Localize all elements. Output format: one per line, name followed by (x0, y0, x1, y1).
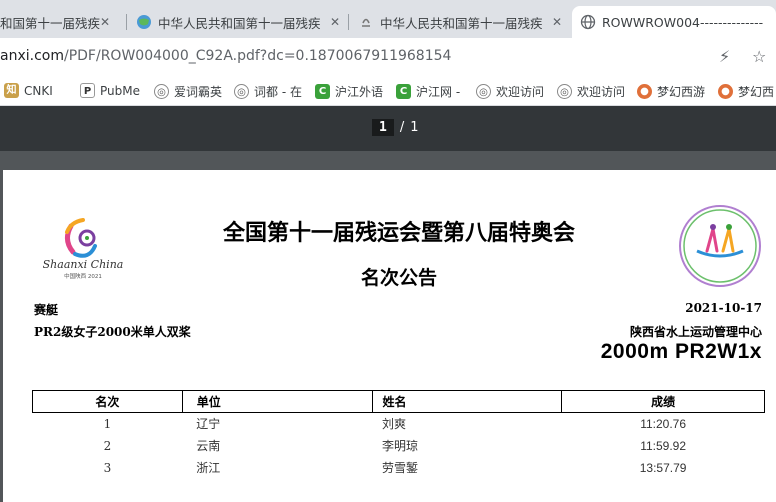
bookmark-label: 沪江外语 (335, 85, 384, 99)
pdf-page: Shaanxi China 中国陕西 2021 全国第十一届残运会暨第八届特奥会… (3, 170, 776, 502)
rank-cell: 3 (103, 460, 112, 475)
close-icon[interactable]: ✕ (550, 15, 564, 29)
bookmark-label: CNKI (24, 83, 53, 98)
header-rank: 名次 (32, 390, 183, 413)
rank-cell: 2 (103, 438, 112, 453)
table-header-row: 名次 单位 姓名 成绩 (32, 390, 765, 413)
hujiang-icon: C (315, 84, 330, 99)
url-path: /PDF/ROW004000_C92A.pdf?dc=0.18700679119… (63, 48, 452, 64)
tab-divider (348, 14, 349, 30)
name-cell: 劳雪錾 (382, 461, 419, 475)
globe-icon (580, 14, 596, 30)
bookmark-hujiang-foreign[interactable]: C 沪江外语 (315, 83, 385, 100)
event-name: PR2级女子2000米单人双桨 (34, 325, 191, 339)
game-icon: ● (637, 84, 652, 99)
close-icon[interactable]: ✕ (98, 15, 112, 29)
result-cell: 13:57.79 (639, 460, 687, 475)
hujiang-icon: C (396, 84, 411, 99)
tab-1[interactable]: 和国第十一届残疾 ✕ (0, 6, 118, 38)
bookmark-welcome-2[interactable]: ◎ 欢迎访问 (557, 83, 627, 100)
bookmark-label: 爱词霸英 (174, 85, 222, 99)
bookmark-label: 梦幻西 (738, 85, 775, 99)
bookmark-label: PubMe (100, 83, 140, 98)
tab-strip: 和国第十一届残疾 ✕ 中华人民共和国第十一届残疾 ✕ 中华人民共和国第十一届残疾… (0, 0, 776, 38)
unit-cell: 云南 (196, 439, 221, 453)
bookmark-menghuan-2[interactable]: ● 梦幻西 (718, 83, 776, 100)
tab-2[interactable]: 中华人民共和国第十一届残疾 ✕ (128, 6, 348, 38)
url-host: anxi.com (0, 48, 64, 64)
star-icon[interactable]: ☆ (752, 47, 766, 66)
close-icon[interactable]: ✕ (328, 15, 342, 29)
bookmarks-bar: 知 CNKI P PubMe ◎ 爱词霸英 ◎ 词都 - 在 C 沪江外语 C 沪江网 - … (0, 76, 776, 106)
rank-cell: 1 (103, 416, 112, 431)
event-code: 2000m PR2W1x (600, 340, 762, 363)
table-row: 3 浙江 劳雪錾 13:57.79 (33, 457, 765, 479)
bookmark-label: 沪江网 - (416, 85, 461, 99)
bookmark-welcome-1[interactable]: ◎ 欢迎访问 (476, 83, 546, 100)
current-page-input[interactable]: 1 (372, 119, 394, 136)
sport-label: 赛艇 (34, 303, 59, 317)
page-icon (362, 18, 370, 27)
pdf-toolbar: 1 / 1 (0, 106, 776, 151)
organizer: 陕西省水上运动管理中心 (629, 325, 762, 339)
bookmark-label: 词都 - 在 (254, 85, 302, 99)
header-unit: 单位 (181, 390, 373, 413)
globe-icon (137, 15, 151, 29)
tab-title: 和国第十一届残疾 (0, 15, 101, 31)
unit-cell: 辽宁 (196, 417, 221, 432)
url-field[interactable]: anxi.com/PDF/ROW004000_C92A.pdf?dc=0.187… (0, 48, 451, 64)
result-cell: 11:20.76 (640, 416, 687, 431)
bookmark-label: 梦幻西游 (657, 85, 706, 99)
page-subtitle: 名次公告 (360, 267, 437, 289)
page-separator: / (399, 120, 405, 135)
globe-icon: ◎ (476, 84, 491, 99)
bookmark-menghuan-1[interactable]: ● 梦幻西游 (637, 83, 713, 100)
game-icon: ● (718, 84, 733, 99)
header-result: 成绩 (561, 390, 765, 413)
total-pages: 1 (410, 120, 419, 135)
bookmark-label: 欢迎访问 (577, 85, 626, 99)
unit-cell: 浙江 (196, 461, 221, 475)
bookmark-label: 欢迎访问 (496, 85, 545, 99)
lightning-icon[interactable]: ⚡ (719, 47, 730, 66)
tab-divider (126, 14, 127, 30)
results-table: 名次 单位 姓名 成绩 1 辽宁 刘爽 11:20.76 2 云南 李明琼 11… (32, 390, 765, 479)
pubmed-icon: P (80, 83, 95, 98)
page-indicator: 1 / 1 (372, 119, 419, 136)
bookmark-hujiang[interactable]: C 沪江网 - (396, 83, 464, 100)
bookmark-pubmed[interactable]: P PubMe (80, 83, 142, 98)
name-cell: 刘爽 (382, 417, 407, 432)
tab-4-active[interactable]: ROWWROW004-------------- (572, 6, 776, 38)
emblem-logo (679, 205, 761, 287)
page-title: 全国第十一届残运会暨第八届特奥会 (222, 220, 575, 246)
globe-icon: ◎ (154, 84, 169, 99)
globe-icon: ◎ (234, 84, 249, 99)
globe-icon: ◎ (557, 84, 572, 99)
bookmark-cidu[interactable]: ◎ 词都 - 在 (234, 83, 304, 100)
tab-title: 中华人民共和国第十一届残疾 (380, 15, 543, 31)
name-cell: 李明琼 (382, 439, 419, 453)
table-row: 1 辽宁 刘爽 11:20.76 (33, 413, 765, 435)
tab-title: ROWWROW004-------------- (602, 14, 764, 30)
tab-3[interactable]: 中华人民共和国第十一届残疾 ✕ (350, 6, 570, 38)
header-name: 姓名 (371, 390, 563, 413)
bookmark-iciba[interactable]: ◎ 爱词霸英 (154, 83, 222, 100)
tab-title: 中华人民共和国第十一届残疾 (158, 15, 321, 31)
bookmark-cnki[interactable]: 知 CNKI (4, 83, 68, 98)
address-bar: anxi.com/PDF/ROW004000_C92A.pdf?dc=0.187… (0, 38, 776, 76)
event-date: 2021-10-17 (685, 301, 762, 315)
table-row: 2 云南 李明琼 11:59.92 (33, 435, 765, 457)
result-cell: 11:59.92 (640, 438, 687, 453)
cnki-icon: 知 (4, 83, 19, 98)
